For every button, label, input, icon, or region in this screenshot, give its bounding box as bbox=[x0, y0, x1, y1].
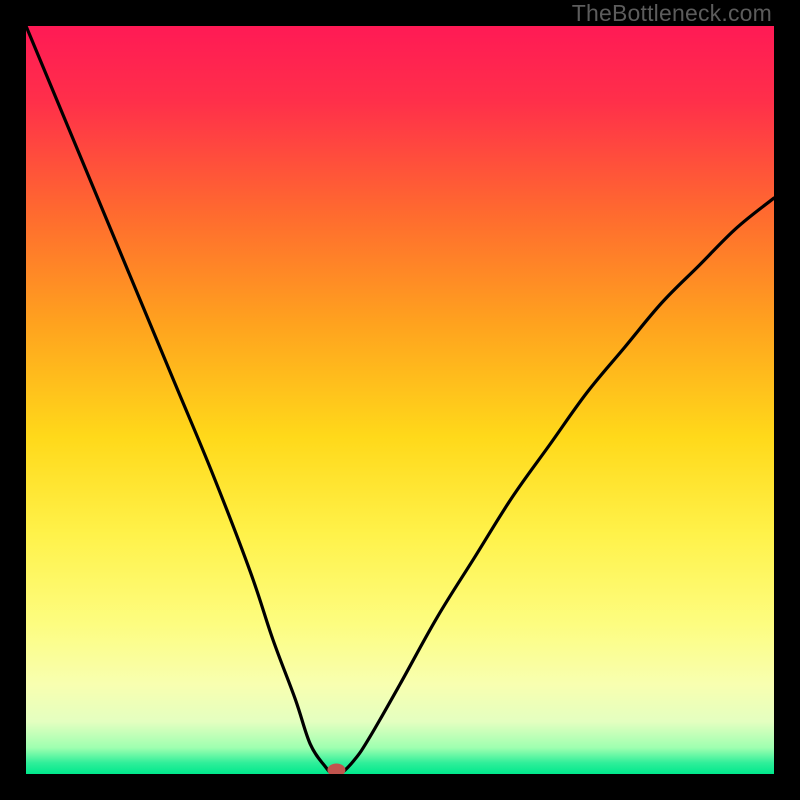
gradient-rect bbox=[26, 26, 774, 774]
chart-svg bbox=[26, 26, 774, 774]
chart-frame: TheBottleneck.com bbox=[0, 0, 800, 800]
watermark-text: TheBottleneck.com bbox=[572, 0, 772, 27]
plot-area bbox=[26, 26, 774, 774]
